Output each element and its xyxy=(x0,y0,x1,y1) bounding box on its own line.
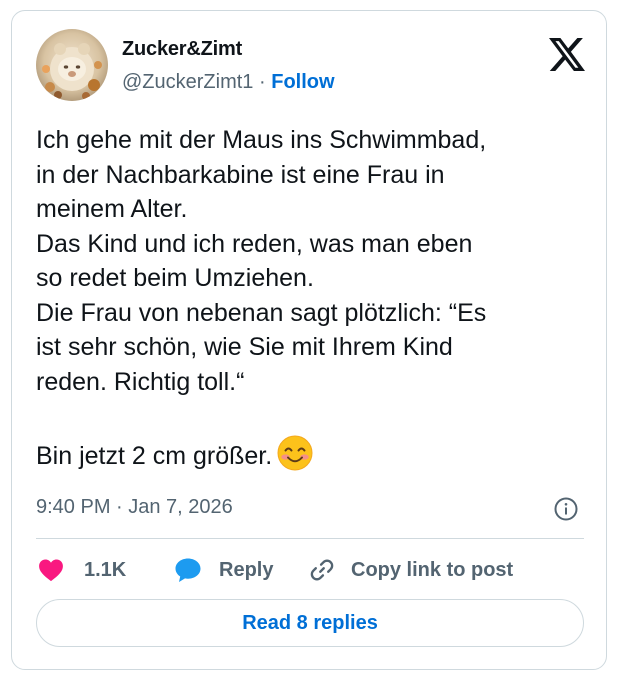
author-display-name[interactable]: Zucker&Zimt xyxy=(122,38,242,61)
smiling-face-emoji-icon xyxy=(276,434,314,482)
action-bar: 1.1K Reply Copy link to post xyxy=(36,553,596,587)
tweet-line: reden. Richtig toll.“ xyxy=(36,367,245,396)
author-avatar[interactable] xyxy=(36,29,108,101)
tweet-line: Die Frau von nebenan sagt plötzlich: “Es xyxy=(36,298,487,327)
tweet-line: Bin jetzt 2 cm größer. xyxy=(36,441,273,470)
read-replies-button[interactable]: Read 8 replies xyxy=(36,599,584,647)
tweet-card: Zucker&Zimt @ZuckerZimt1 · Follow Ich ge… xyxy=(11,10,607,670)
reply-button[interactable]: Reply xyxy=(174,553,273,587)
tweet-line: meinem Alter. xyxy=(36,195,188,223)
tweet-line: in der Nachbarkabine ist eine Frau in xyxy=(36,160,445,189)
tweet-line: ist sehr schön, wie Sie mit Ihrem Kind xyxy=(36,333,453,361)
follow-button[interactable]: Follow xyxy=(271,71,334,93)
avatar-photo-icon xyxy=(36,29,108,101)
copy-link-button[interactable]: Copy link to post xyxy=(308,553,513,587)
handle-separator: · xyxy=(259,71,266,93)
author-handle[interactable]: @ZuckerZimt1 xyxy=(122,71,253,93)
reply-label: Reply xyxy=(219,558,274,581)
info-icon[interactable] xyxy=(553,496,579,522)
tweet-line: Das Kind und ich reden, was man eben xyxy=(36,229,473,258)
like-count: 1.1K xyxy=(84,558,127,581)
speech-bubble-icon xyxy=(175,558,201,582)
post-timestamp[interactable]: 9:40 PM · Jan 7, 2026 xyxy=(36,496,233,519)
link-icon xyxy=(310,559,334,581)
copy-link-label: Copy link to post xyxy=(351,558,514,581)
tweet-line-last: Bin jetzt 2 cm größer. xyxy=(36,434,591,482)
tweet-text: Ich gehe mit der Maus ins Schwimmbad, in… xyxy=(36,123,591,481)
like-button[interactable]: 1.1K xyxy=(38,553,126,587)
tweet-line: so redet beim Umziehen. xyxy=(36,264,314,292)
heart-icon xyxy=(39,559,63,582)
author-handle-line: @ZuckerZimt1 · Follow xyxy=(122,71,335,94)
tweet-line: Ich gehe mit der Maus ins Schwimmbad, xyxy=(36,126,487,154)
divider xyxy=(36,538,584,539)
x-logo-icon[interactable] xyxy=(549,38,585,71)
